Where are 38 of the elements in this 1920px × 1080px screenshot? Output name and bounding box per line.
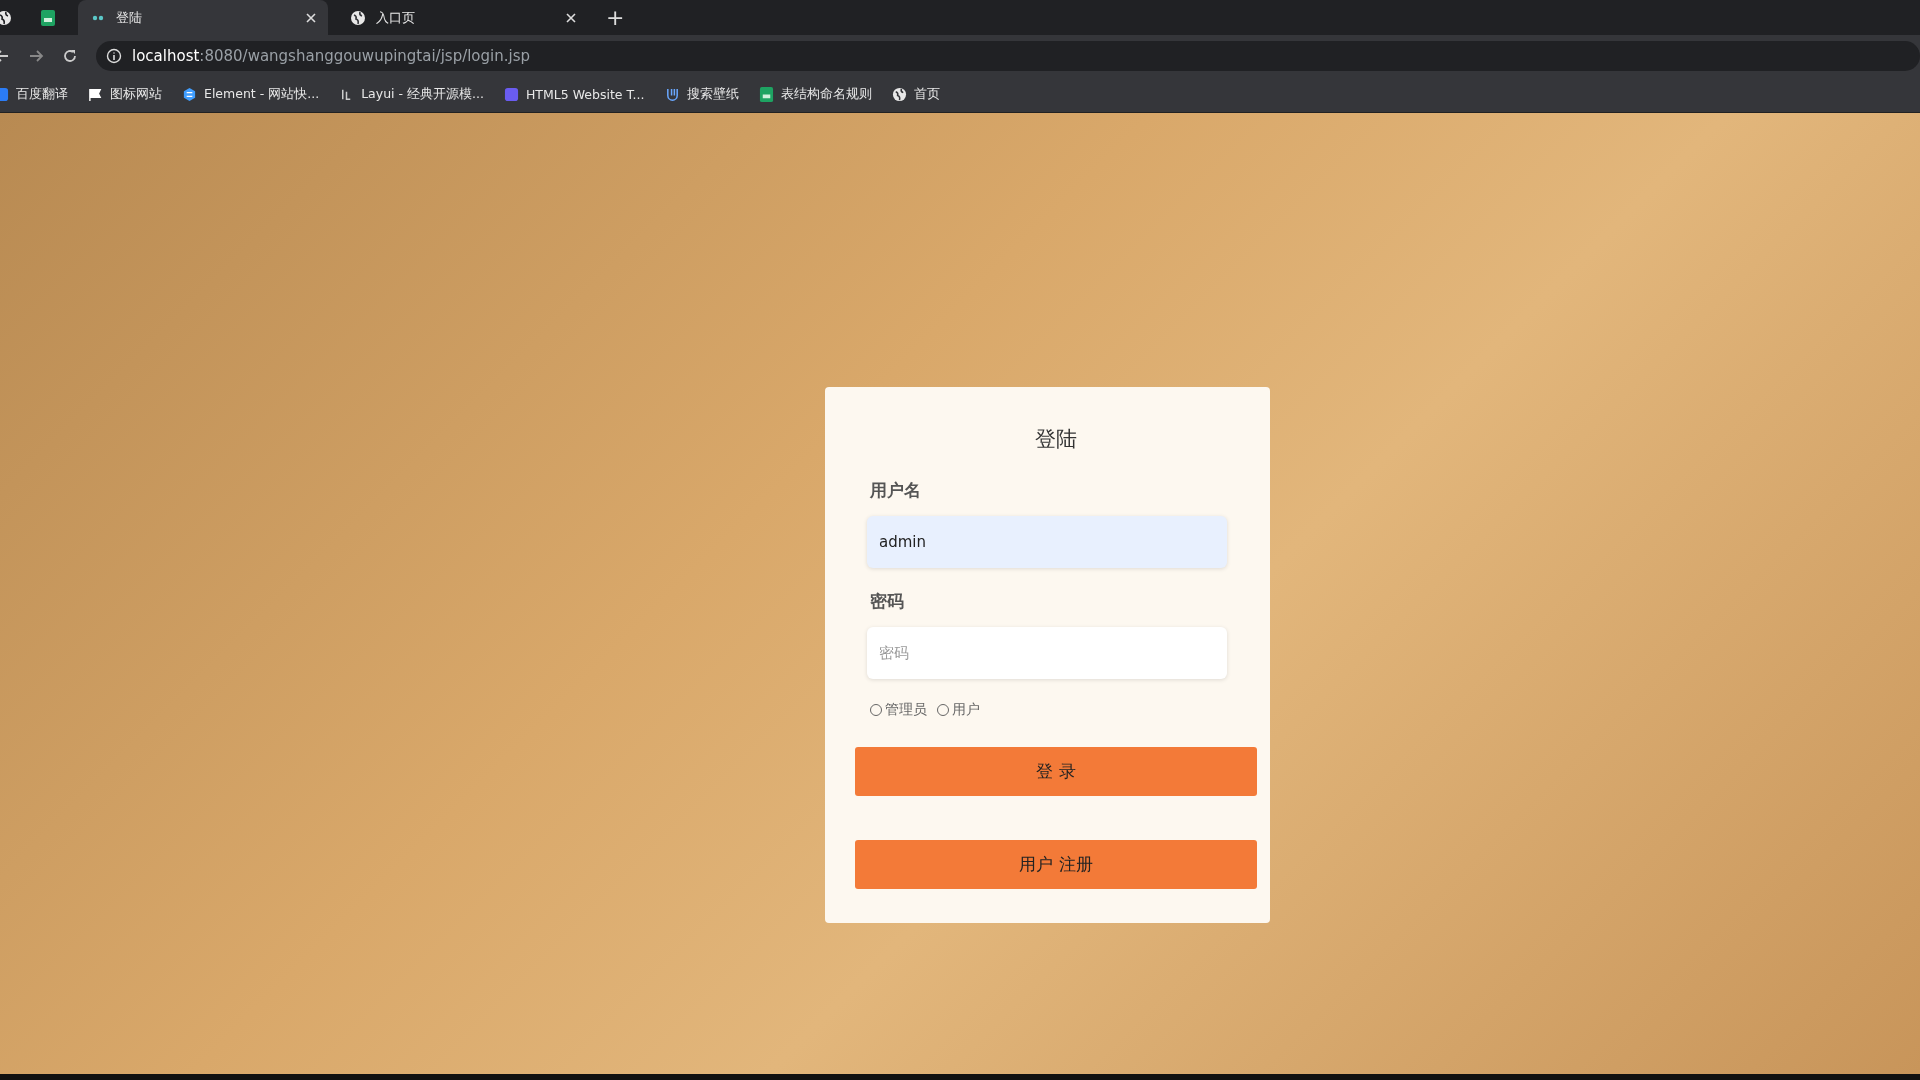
- bookmark[interactable]: 表结构命名规则: [758, 85, 872, 103]
- bookmark[interactable]: HTML5 Website T...: [503, 86, 645, 102]
- sheet-icon: [41, 9, 55, 26]
- input-field[interactable]: 密码: [867, 627, 1227, 679]
- url-text: localhost:8080/wangshanggouwupingtai/jsp/login.jsp: [132, 46, 531, 65]
- bookmark[interactable]: Element - 网站快...: [182, 85, 320, 103]
- info-icon: [106, 47, 122, 64]
- browser-tab[interactable]: 入口页: [338, 0, 588, 35]
- close-icon[interactable]: [566, 12, 576, 23]
- u-icon: [664, 86, 680, 102]
- role-radio[interactable]: 用户: [937, 701, 980, 719]
- close-icon[interactable]: [306, 12, 316, 23]
- globe-icon: [891, 86, 907, 102]
- login-title: 登陆: [1033, 426, 1078, 453]
- bookmark[interactable]: 搜索壁纸: [664, 85, 739, 103]
- field-label: 密码: [870, 590, 905, 613]
- new-tab-button[interactable]: +: [606, 5, 625, 30]
- bookmark[interactable]: 图标网站: [88, 85, 162, 103]
- login-button[interactable]: 登 录: [855, 747, 1257, 796]
- bookmark[interactable]: 百度翻译: [0, 85, 68, 103]
- browser-tab[interactable]: 登陆: [78, 0, 328, 35]
- globe-icon: [350, 9, 366, 26]
- forward-icon[interactable]: [28, 47, 44, 64]
- role-radio[interactable]: 管理员: [870, 701, 927, 719]
- bookmark[interactable]: Layui - 经典开源模...: [339, 85, 484, 103]
- field-label: 用户名: [870, 479, 922, 502]
- square-icon: [503, 86, 519, 102]
- input-field[interactable]: admin: [867, 516, 1227, 568]
- sheet-icon: [758, 86, 774, 102]
- reload-icon[interactable]: [62, 47, 78, 64]
- tab-title: 登陆: [116, 8, 143, 27]
- address-field[interactable]: localhost:8080/wangshanggouwupingtai/jsp/login.jsp: [96, 40, 1920, 71]
- globe-icon[interactable]: [0, 9, 12, 26]
- hexagon-icon: [182, 86, 197, 102]
- tab-title: 入口页: [376, 8, 416, 27]
- flag-icon: [88, 86, 103, 102]
- register-button[interactable]: 用户 注册: [855, 840, 1257, 889]
- bookmark[interactable]: 首页: [891, 85, 940, 103]
